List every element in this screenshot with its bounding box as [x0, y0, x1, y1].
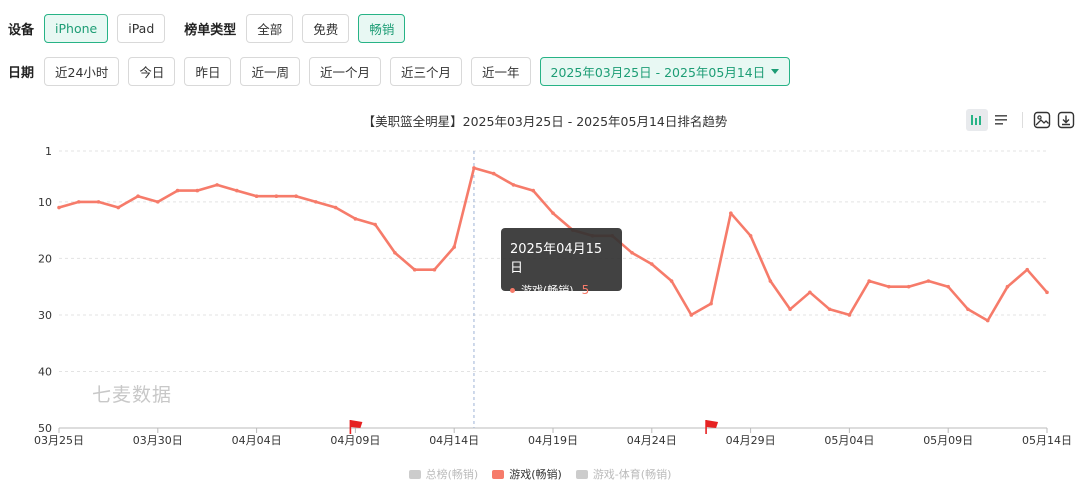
data-point — [867, 279, 871, 283]
x-tick-label: 04月04日 — [232, 434, 282, 447]
x-tick-label: 03月25日 — [34, 434, 84, 447]
data-point — [116, 205, 121, 210]
data-point — [729, 211, 733, 215]
data-point — [511, 183, 516, 187]
data-point — [887, 284, 891, 289]
y-tick-label: 30 — [38, 309, 52, 322]
data-point — [630, 250, 634, 255]
data-point — [412, 267, 417, 272]
data-point — [235, 188, 239, 193]
x-tick-label: 04月19日 — [528, 434, 578, 447]
tooltip-date: 2025年04月15日 — [510, 242, 603, 276]
chart-tooltip: 2025年04月15日 游戏(畅销) 5 — [501, 228, 622, 297]
data-point — [985, 318, 990, 323]
data-point — [294, 194, 298, 199]
data-point — [709, 301, 713, 306]
data-point — [689, 313, 694, 317]
x-tick-label: 05月14日 — [1022, 434, 1072, 447]
data-point — [156, 200, 160, 204]
data-point — [215, 183, 219, 187]
data-point — [472, 166, 476, 170]
tooltip-row: 游戏(畅销) 5 — [510, 282, 613, 298]
data-point — [788, 307, 792, 312]
y-tick-label: 20 — [38, 252, 52, 265]
data-point — [373, 222, 377, 227]
x-tick-label: 05月04日 — [824, 434, 874, 447]
data-point — [491, 171, 496, 176]
data-point — [748, 233, 753, 238]
data-point — [57, 205, 61, 210]
x-tick-label: 05月09日 — [923, 434, 973, 447]
data-point — [1025, 267, 1030, 272]
data-point — [254, 194, 259, 199]
data-point — [1005, 284, 1010, 289]
data-point — [175, 188, 180, 193]
data-point — [808, 290, 812, 295]
data-point — [452, 245, 457, 249]
data-point — [926, 279, 931, 283]
data-point — [1045, 290, 1049, 295]
tooltip-value: 5 — [581, 283, 590, 297]
legend-item-games[interactable]: 游戏(畅销) — [492, 466, 562, 482]
tooltip-series-dot — [510, 287, 515, 293]
legend-item-sports[interactable]: 游戏-体育(畅销) — [575, 466, 672, 482]
data-point — [76, 200, 81, 204]
x-tick-label: 03月30日 — [133, 434, 183, 447]
legend-label: 总榜(畅销) — [425, 468, 479, 481]
x-tick-label: 04月09日 — [330, 434, 380, 447]
legend-label: 游戏(畅销) — [509, 468, 562, 481]
data-point — [650, 262, 654, 266]
data-point — [847, 313, 852, 317]
data-point — [432, 267, 437, 272]
data-point — [274, 194, 279, 199]
y-tick-label: 10 — [38, 196, 52, 209]
data-point — [393, 250, 397, 255]
legend-item-overall[interactable]: 总榜(畅销) — [408, 466, 479, 482]
data-point — [946, 284, 950, 289]
data-point — [195, 188, 200, 193]
flag-icon — [350, 420, 363, 428]
data-point — [96, 200, 101, 204]
watermark: 七麦数据 — [92, 384, 173, 406]
data-point — [669, 279, 674, 283]
data-point — [551, 211, 555, 215]
data-point — [966, 307, 970, 312]
legend-swatch — [492, 469, 505, 479]
tooltip-series-name: 游戏(畅销) — [521, 284, 574, 297]
x-tick-label: 04月29日 — [726, 434, 776, 447]
flag-icon — [706, 420, 719, 428]
data-point — [906, 284, 911, 289]
data-point — [353, 217, 358, 221]
legend-swatch — [408, 469, 421, 479]
data-point — [333, 205, 338, 210]
y-tick-label: 1 — [45, 145, 52, 158]
x-tick-label: 04月14日 — [429, 434, 479, 447]
data-point — [827, 307, 832, 312]
data-point — [136, 194, 140, 199]
x-tick-label: 04月24日 — [627, 434, 677, 447]
y-tick-label: 40 — [38, 365, 52, 378]
data-point — [314, 200, 318, 204]
legend-label: 游戏-体育(畅销) — [592, 468, 672, 481]
data-point — [531, 188, 536, 193]
legend-swatch — [575, 469, 588, 479]
chart-legend: 总榜(畅销) 游戏(畅销) 游戏-体育(畅销) — [0, 466, 1080, 482]
data-point — [768, 279, 773, 283]
